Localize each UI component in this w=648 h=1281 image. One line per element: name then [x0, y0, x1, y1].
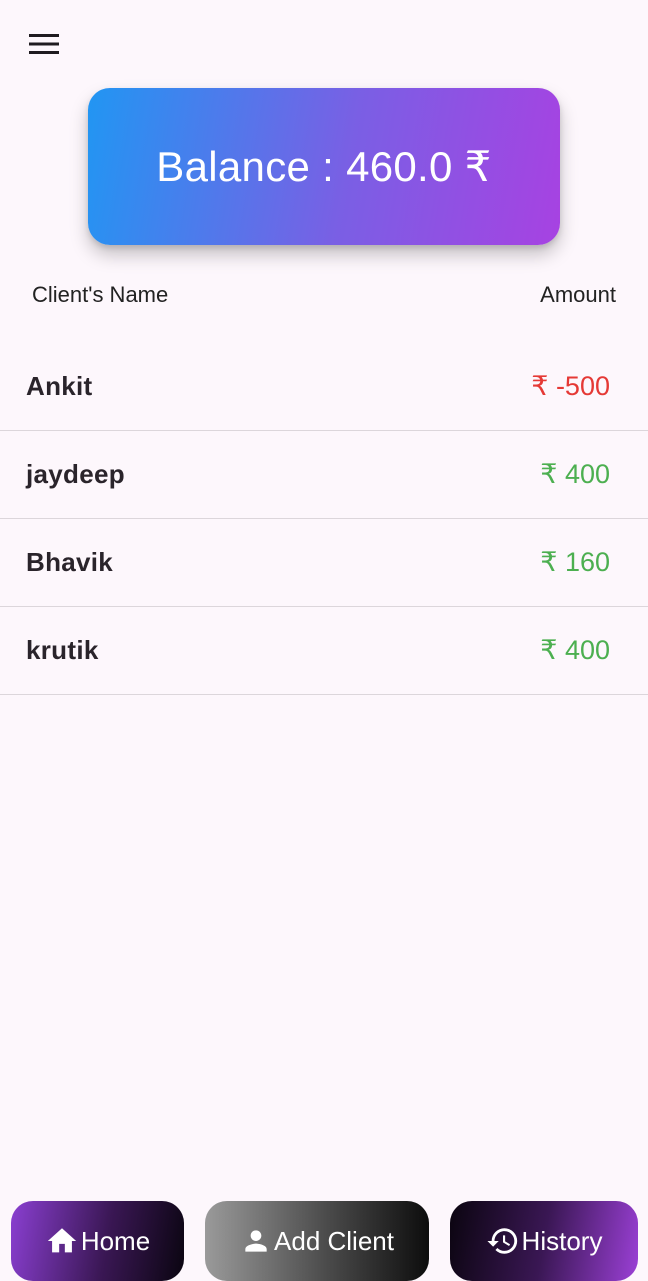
client-amount: ₹ -500 — [531, 371, 610, 401]
menu-button[interactable] — [22, 26, 66, 62]
history-label: History — [521, 1225, 603, 1256]
client-list: Ankit ₹ -500 jaydeep ₹ 400 Bhavik ₹ 160 … — [0, 343, 648, 695]
add-client-button[interactable]: Add Client — [205, 1201, 429, 1281]
client-name: Bhavik — [26, 547, 114, 577]
history-icon — [486, 1228, 517, 1254]
client-amount: ₹ 400 — [540, 459, 610, 489]
person-icon — [245, 1230, 267, 1252]
hamburger-menu-icon — [29, 34, 59, 54]
client-amount: ₹ 400 — [540, 635, 610, 665]
client-name: Ankit — [26, 371, 93, 401]
client-row[interactable]: krutik ₹ 400 — [0, 607, 648, 695]
history-button[interactable]: History — [450, 1201, 638, 1281]
home-icon — [47, 1228, 76, 1253]
bottom-navigation: Home Add Client History — [0, 1200, 648, 1281]
client-row[interactable]: Bhavik ₹ 160 — [0, 519, 648, 607]
client-name-header: Client's Name — [32, 282, 169, 307]
balance-card: Balance : 460.0 ₹ — [88, 88, 560, 245]
column-headers: Client's Name Amount — [32, 280, 616, 310]
client-row[interactable]: jaydeep ₹ 400 — [0, 431, 648, 519]
amount-header: Amount — [540, 282, 616, 307]
client-amount: ₹ 160 — [540, 547, 610, 577]
home-button[interactable]: Home — [11, 1201, 184, 1281]
balance-text: Balance : 460.0 ₹ — [156, 143, 492, 190]
client-row[interactable]: Ankit ₹ -500 — [0, 343, 648, 431]
client-name: jaydeep — [26, 459, 125, 489]
home-label: Home — [80, 1225, 151, 1256]
add-client-label: Add Client — [274, 1225, 394, 1256]
client-name: krutik — [26, 635, 99, 665]
